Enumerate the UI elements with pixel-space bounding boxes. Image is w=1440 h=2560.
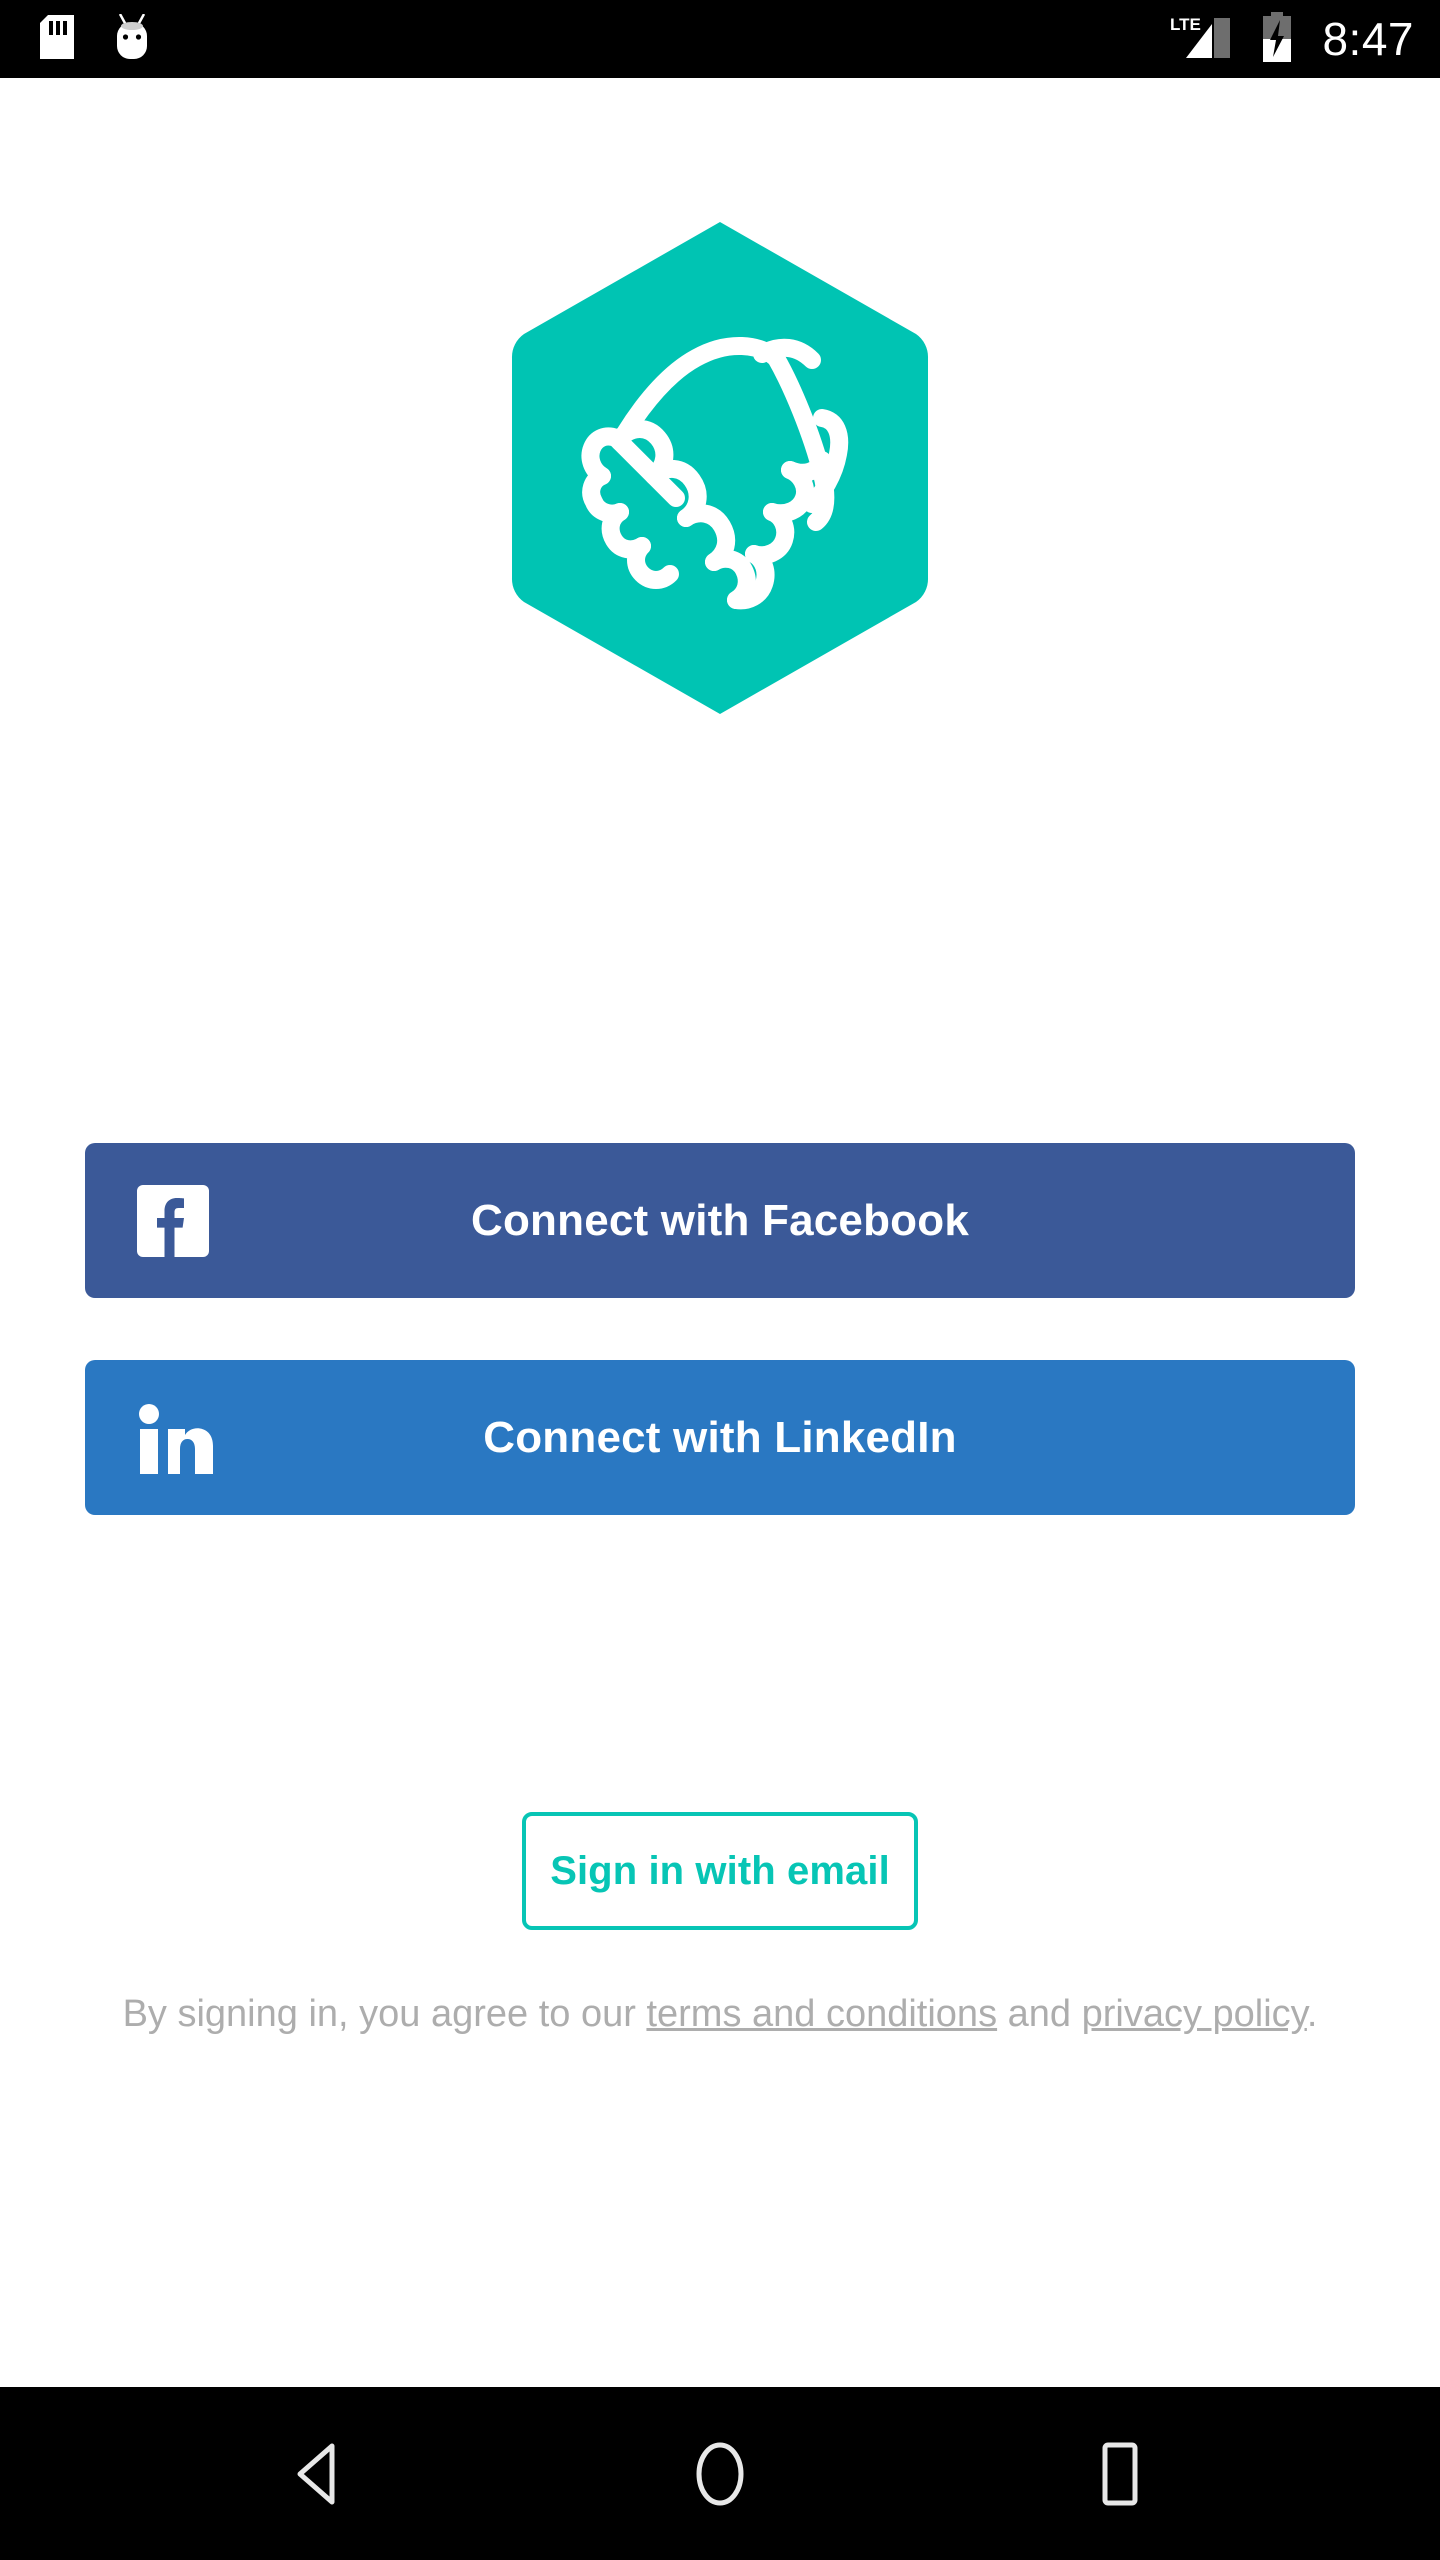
status-bar-clock: 8:47: [1322, 13, 1414, 65]
legal-suffix: .: [1306, 1993, 1318, 2035]
battery-charging-icon: [1260, 11, 1294, 67]
terms-and-conditions-link[interactable]: terms and conditions: [646, 1993, 997, 2035]
privacy-policy-link[interactable]: privacy policy: [1082, 1993, 1307, 2035]
facebook-icon: [137, 1184, 209, 1257]
connect-with-facebook-button[interactable]: Connect with Facebook: [85, 1143, 1355, 1298]
status-bar-right-icons: LTE 8:47: [1168, 11, 1414, 67]
sd-card-icon: [40, 14, 74, 64]
linkedin-button-label: Connect with LinkedIn: [483, 1412, 957, 1462]
main-content: Connect with Facebook Connect with Linke…: [0, 78, 1440, 2387]
legal-disclaimer: By signing in, you agree to our terms an…: [100, 1990, 1340, 2038]
app-screen: LTE 8:47 Connect with Facebook Connect w…: [0, 0, 1440, 2560]
connect-with-linkedin-button[interactable]: Connect with LinkedIn: [85, 1360, 1355, 1515]
email-button-label: Sign in with email: [550, 1849, 890, 1893]
svg-text:LTE: LTE: [1170, 15, 1201, 34]
social-auth-buttons: Connect with Facebook Connect with Linke…: [85, 1143, 1355, 1515]
status-bar: LTE 8:47: [0, 0, 1440, 78]
legal-prefix: By signing in, you agree to our: [122, 1993, 647, 2035]
android-navigation-bar: [0, 2387, 1440, 2560]
legal-middle: and: [997, 1993, 1082, 2035]
sign-in-with-email-button[interactable]: Sign in with email: [522, 1812, 918, 1930]
back-icon[interactable]: [240, 2387, 400, 2560]
facebook-button-label: Connect with Facebook: [470, 1195, 970, 1245]
app-logo-wrapper: [0, 218, 1440, 718]
handshake-hexagon-logo: [511, 222, 929, 714]
linkedin-icon: [137, 1402, 215, 1474]
signal-bars-icon: LTE: [1168, 12, 1238, 67]
home-icon[interactable]: [640, 2387, 800, 2560]
status-bar-left-icons: [40, 12, 152, 65]
recents-icon[interactable]: [1040, 2387, 1200, 2560]
android-debug-icon: [112, 12, 152, 65]
